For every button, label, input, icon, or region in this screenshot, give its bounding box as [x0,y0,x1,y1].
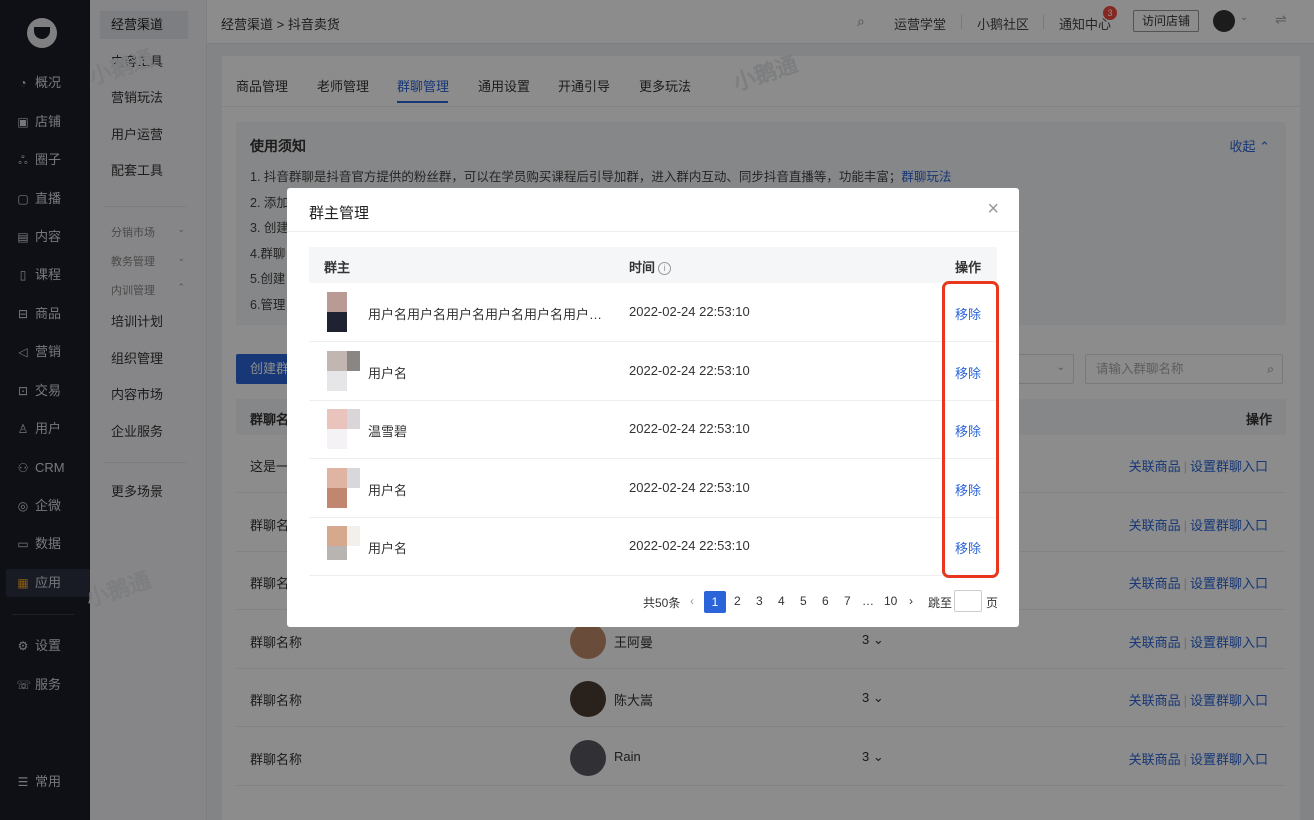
owner-name: 用户名 [368,366,408,381]
avatar [327,526,361,566]
table-row: 用户名 2022-02-24 22:53:10 移除 [309,342,997,401]
avatar [327,409,361,449]
dialog-table-header: 群主 时间 i 操作 [309,247,997,283]
table-row: 用户名 2022-02-24 22:53:10 移除 [309,517,997,576]
table-row: 温雪碧 2022-02-24 22:53:10 移除 [309,400,997,459]
next-page-button[interactable]: › [909,594,913,608]
divider [287,231,1019,232]
info-icon[interactable]: i [658,262,672,275]
owner-name: 用户名 [368,541,408,556]
col-time-label: 时间 [629,260,656,275]
time-value: 2022-02-24 22:53:10 [629,480,750,495]
owner-name: 温雪碧 [368,424,408,439]
avatar [327,292,361,332]
jump-label: 跳至 [928,596,953,610]
col-ops: 操作 [954,260,981,275]
close-icon[interactable]: × [987,198,999,221]
col-time: 时间 i [629,257,672,276]
owner-name: 用户名用户名用户名用户名用户名用户名用户名 [368,307,608,322]
time-value: 2022-02-24 22:53:10 [629,304,750,319]
page-7-button[interactable]: 7 [844,594,851,608]
page-6-button[interactable]: 6 [822,594,829,608]
page-3-button[interactable]: 3 [756,594,763,608]
page-unit-label: 页 [986,596,999,610]
owner-name: 用户名 [368,483,408,498]
time-value: 2022-02-24 22:53:10 [629,363,750,378]
time-value: 2022-02-24 22:53:10 [629,421,750,436]
jump-page-input[interactable] [954,590,982,612]
owner-management-dialog: 群主管理 × 群主 时间i 操作 用户名用户名用户名用户名用户名用户名用户名 2… [287,188,1019,627]
highlight-box [942,281,999,578]
table-row: 用户名 2022-02-24 22:53:10 移除 [309,459,997,518]
dialog-title: 群主管理 [309,205,370,222]
avatar [327,351,361,391]
time-value: 2022-02-24 22:53:10 [629,538,750,553]
prev-page-button[interactable]: ‹ [690,594,694,608]
page-10-button[interactable]: 10 [884,594,897,608]
avatar [327,468,361,508]
page-5-button[interactable]: 5 [800,594,807,608]
col-owner: 群主 [324,260,351,275]
ellipsis-button[interactable]: … [862,594,874,608]
table-row: 用户名用户名用户名用户名用户名用户名用户名 2022-02-24 22:53:1… [309,283,997,342]
page-2-button[interactable]: 2 [734,594,741,608]
page-1-button[interactable]: 1 [704,591,726,613]
page-4-button[interactable]: 4 [778,594,785,608]
total-count: 共50条 [643,596,681,610]
